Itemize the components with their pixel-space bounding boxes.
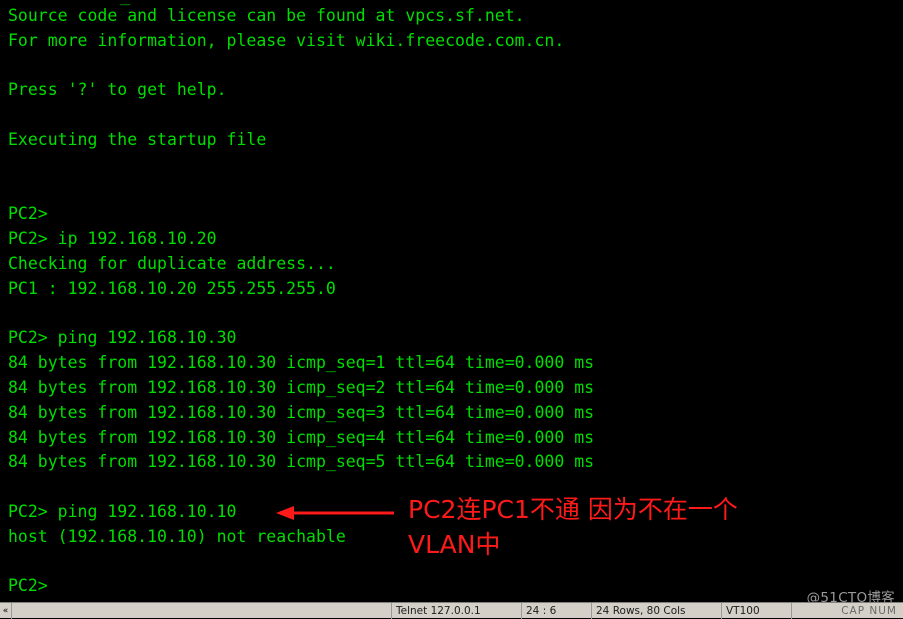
status-bar: « Telnet 127.0.0.1 24 : 6 24 Rows, 80 Co… <box>0 602 903 619</box>
status-menu-glyph[interactable]: « <box>0 602 12 619</box>
terminal-line: PC2> ip 192.168.10.20 <box>8 229 217 249</box>
terminal-line: PC2> <box>8 576 48 596</box>
annotation-note: PC2连PC1不通 因为不在一个 VLAN中 <box>408 495 738 559</box>
status-spacer <box>12 602 392 619</box>
status-screen-size: 24 Rows, 80 Cols <box>592 602 722 619</box>
vpcs-terminal-window: _ Source code and license can be found a… <box>0 0 903 619</box>
terminal-line: PC2> ping 192.168.10.30 <box>8 328 237 348</box>
status-connection: Telnet 127.0.0.1 <box>392 602 522 619</box>
terminal-line: PC2> <box>8 204 48 224</box>
terminal-line: 84 bytes from 192.168.10.30 icmp_seq=4 t… <box>8 427 595 447</box>
terminal-line: 84 bytes from 192.168.10.30 icmp_seq=2 t… <box>8 377 595 397</box>
terminal-line: 84 bytes from 192.168.10.30 icmp_seq=1 t… <box>8 353 595 373</box>
terminal-line: PC1 : 192.168.10.20 255.255.255.0 <box>8 278 336 298</box>
terminal-line: Press '?' to get help. <box>8 80 227 100</box>
terminal-line: 84 bytes from 192.168.10.30 icmp_seq=3 t… <box>8 402 595 422</box>
status-emulation: VT100 <box>722 602 792 619</box>
terminal-line: Checking for duplicate address... <box>8 253 336 273</box>
terminal-line: 84 bytes from 192.168.10.30 icmp_seq=5 t… <box>8 452 595 472</box>
terminal-line: Executing the startup file <box>8 129 267 149</box>
status-caps-indicator: CAP NUM <box>841 604 897 617</box>
terminal-line: For more information, please visit wiki.… <box>8 30 565 50</box>
terminal-line: Source code and license can be found at … <box>8 6 525 25</box>
status-cursor-position: 24 : 6 <box>522 602 592 619</box>
